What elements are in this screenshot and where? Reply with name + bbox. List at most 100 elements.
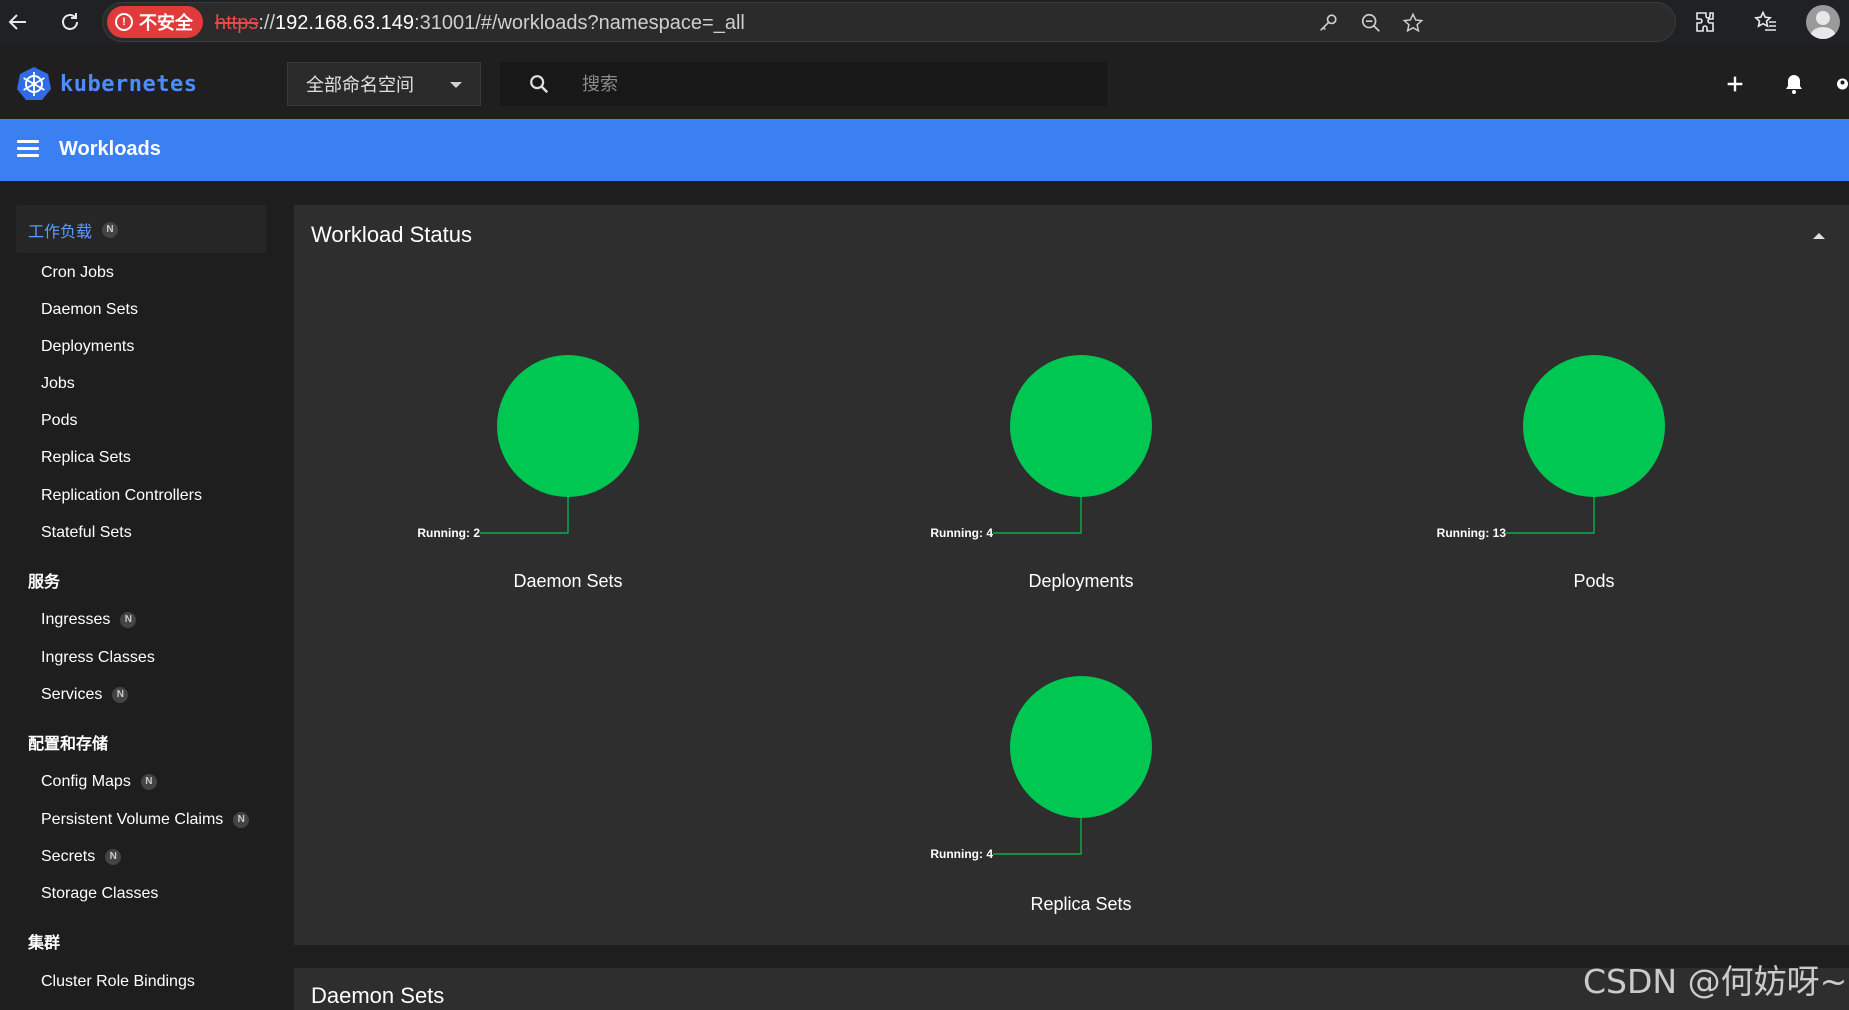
sidebar-group-config-storage[interactable]: 配置和存储 (28, 730, 108, 754)
favorites-icon[interactable] (1752, 8, 1780, 36)
running-label: Running: 13 (1437, 526, 1507, 540)
sidebar-item-label: Replication Controllers (41, 487, 202, 504)
kubernetes-logo[interactable]: kubernetes (16, 66, 197, 102)
sidebar-item-pods[interactable]: Pods (41, 412, 77, 430)
namespaced-badge: N (105, 849, 122, 865)
chart-title[interactable]: Pods (1434, 571, 1754, 592)
sidebar-item-config-maps[interactable]: Config Maps N (41, 773, 157, 791)
pie-slice-running (1010, 676, 1152, 818)
sidebar-item-label: Secrets (41, 848, 96, 865)
pie-slice-running (497, 355, 639, 497)
chart-title[interactable]: Daemon Sets (408, 571, 728, 592)
running-label: Running: 4 (930, 847, 993, 861)
sidebar-item-storage-classes[interactable]: Storage Classes (41, 885, 158, 903)
sidebar-group-label: 工作负载 (28, 224, 93, 241)
account-icon[interactable] (1836, 70, 1849, 98)
sidebar-group-label: 服务 (28, 574, 61, 591)
chart-title[interactable]: Replica Sets (921, 894, 1241, 915)
create-plus-icon[interactable] (1721, 70, 1749, 98)
sidebar-item-ingresses[interactable]: Ingresses N (41, 611, 137, 629)
chart-replica-sets: Running: 4 Replica Sets (921, 661, 1241, 921)
sidebar-group-label: 集群 (28, 935, 61, 952)
sidebar-item-services[interactable]: Services N (41, 686, 129, 704)
leader-line (1506, 497, 1595, 534)
reload-icon[interactable] (56, 8, 84, 36)
pie-chart: Running: 4 (930, 676, 1152, 861)
warning-icon: ! (115, 13, 133, 31)
sidebar-nav: 工作负载 N Cron Jobs Daemon Sets Deployments… (0, 181, 283, 1010)
url-text[interactable]: https://192.168.63.149:31001/#/workloads… (215, 12, 745, 35)
profile-avatar[interactable] (1806, 5, 1840, 39)
sidebar-item-cron-jobs[interactable]: Cron Jobs (41, 264, 114, 282)
page-titlebar: Workloads (0, 119, 1849, 181)
helm-wheel-icon (17, 67, 51, 100)
search-icon (528, 73, 550, 100)
insecure-label: 不安全 (139, 13, 193, 33)
key-icon[interactable] (1315, 10, 1341, 36)
sidebar-item-label: Persistent Volume Claims (41, 811, 224, 828)
pie-slice-running (1523, 355, 1665, 497)
search-box[interactable] (500, 62, 1107, 106)
chevron-down-icon (450, 82, 462, 88)
sidebar-group-services[interactable]: 服务 (28, 568, 60, 592)
sidebar-item-label: Services (41, 686, 103, 703)
url-host: 192.168.63.149 (275, 12, 415, 34)
sidebar-item-label: Daemon Sets (41, 301, 138, 318)
card-title: Workload Status (311, 222, 473, 247)
sidebar-item-jobs[interactable]: Jobs (41, 375, 75, 393)
sidebar-group-workloads[interactable]: 工作负载 N (28, 218, 119, 242)
sidebar-item-label: Ingresses (41, 611, 111, 628)
chart-deployments: Running: 4 Deployments (921, 340, 1241, 600)
star-icon[interactable] (1400, 10, 1426, 36)
sidebar-group-cluster[interactable]: 集群 (28, 929, 60, 953)
workload-status-card: Workload Status Running: 2 Daemon Sets R… (294, 205, 1849, 945)
back-icon[interactable] (4, 8, 32, 36)
browser-toolbar: ! 不安全 https://192.168.63.149:31001/#/wor… (0, 0, 1849, 44)
pie-chart: Running: 2 (417, 355, 639, 540)
pie-chart: Running: 13 (1437, 355, 1665, 540)
namespaced-badge: N (140, 774, 157, 790)
sidebar-group-label: 配置和存储 (28, 736, 109, 753)
namespaced-badge: N (102, 222, 119, 238)
running-label: Running: 4 (930, 526, 993, 540)
chart-title[interactable]: Deployments (921, 571, 1241, 592)
url-scheme: https (215, 12, 259, 34)
sidebar-item-label: Jobs (41, 375, 75, 392)
sidebar-item-persistent-volume-claims[interactable]: Persistent Volume Claims N (41, 811, 250, 829)
sidebar-item-label: Cluster Role Bindings (41, 973, 195, 990)
namespaced-badge: N (120, 612, 137, 628)
sidebar-item-ingress-classes[interactable]: Ingress Classes (41, 649, 155, 667)
leader-line (993, 497, 1082, 534)
watermark: CSDN @何妨呀~ (1583, 962, 1848, 1001)
sidebar-item-label: Cron Jobs (41, 264, 114, 281)
sidebar-item-label: Pods (41, 412, 78, 429)
address-bar[interactable]: ! 不安全 https://192.168.63.149:31001/#/wor… (102, 2, 1676, 42)
running-label: Running: 2 (417, 526, 480, 540)
zoom-out-icon[interactable] (1358, 10, 1384, 36)
chart-pods: Running: 13 Pods (1434, 340, 1754, 600)
namespace-selected: 全部命名空间 (306, 75, 414, 95)
card-title: Daemon Sets (311, 983, 445, 1008)
chart-daemon-sets: Running: 2 Daemon Sets (408, 340, 728, 600)
sidebar-item-deployments[interactable]: Deployments (41, 338, 134, 356)
notifications-bell-icon[interactable] (1780, 70, 1808, 98)
leader-line (480, 497, 569, 534)
collapse-icon[interactable] (1813, 233, 1825, 239)
namespace-select[interactable]: 全部命名空间 (287, 62, 481, 106)
search-input[interactable] (582, 72, 1082, 96)
sidebar-item-secrets[interactable]: Secrets N (41, 848, 122, 866)
menu-icon[interactable] (17, 140, 39, 158)
leader-line (993, 818, 1082, 855)
sidebar-item-cluster-role-bindings[interactable]: Cluster Role Bindings (41, 973, 195, 991)
sidebar-item-daemon-sets[interactable]: Daemon Sets (41, 301, 138, 319)
sidebar-item-replica-sets[interactable]: Replica Sets (41, 449, 131, 467)
sidebar-item-label: Storage Classes (41, 885, 159, 902)
sidebar-item-label: Config Maps (41, 773, 131, 790)
sidebar-item-stateful-sets[interactable]: Stateful Sets (41, 524, 132, 542)
namespaced-badge: N (112, 687, 129, 703)
sidebar-item-label: Replica Sets (41, 449, 131, 466)
extensions-icon[interactable] (1692, 8, 1720, 36)
sidebar-item-replication-controllers[interactable]: Replication Controllers (41, 487, 202, 505)
namespaced-badge: N (233, 812, 250, 828)
insecure-badge[interactable]: ! 不安全 (107, 6, 203, 38)
